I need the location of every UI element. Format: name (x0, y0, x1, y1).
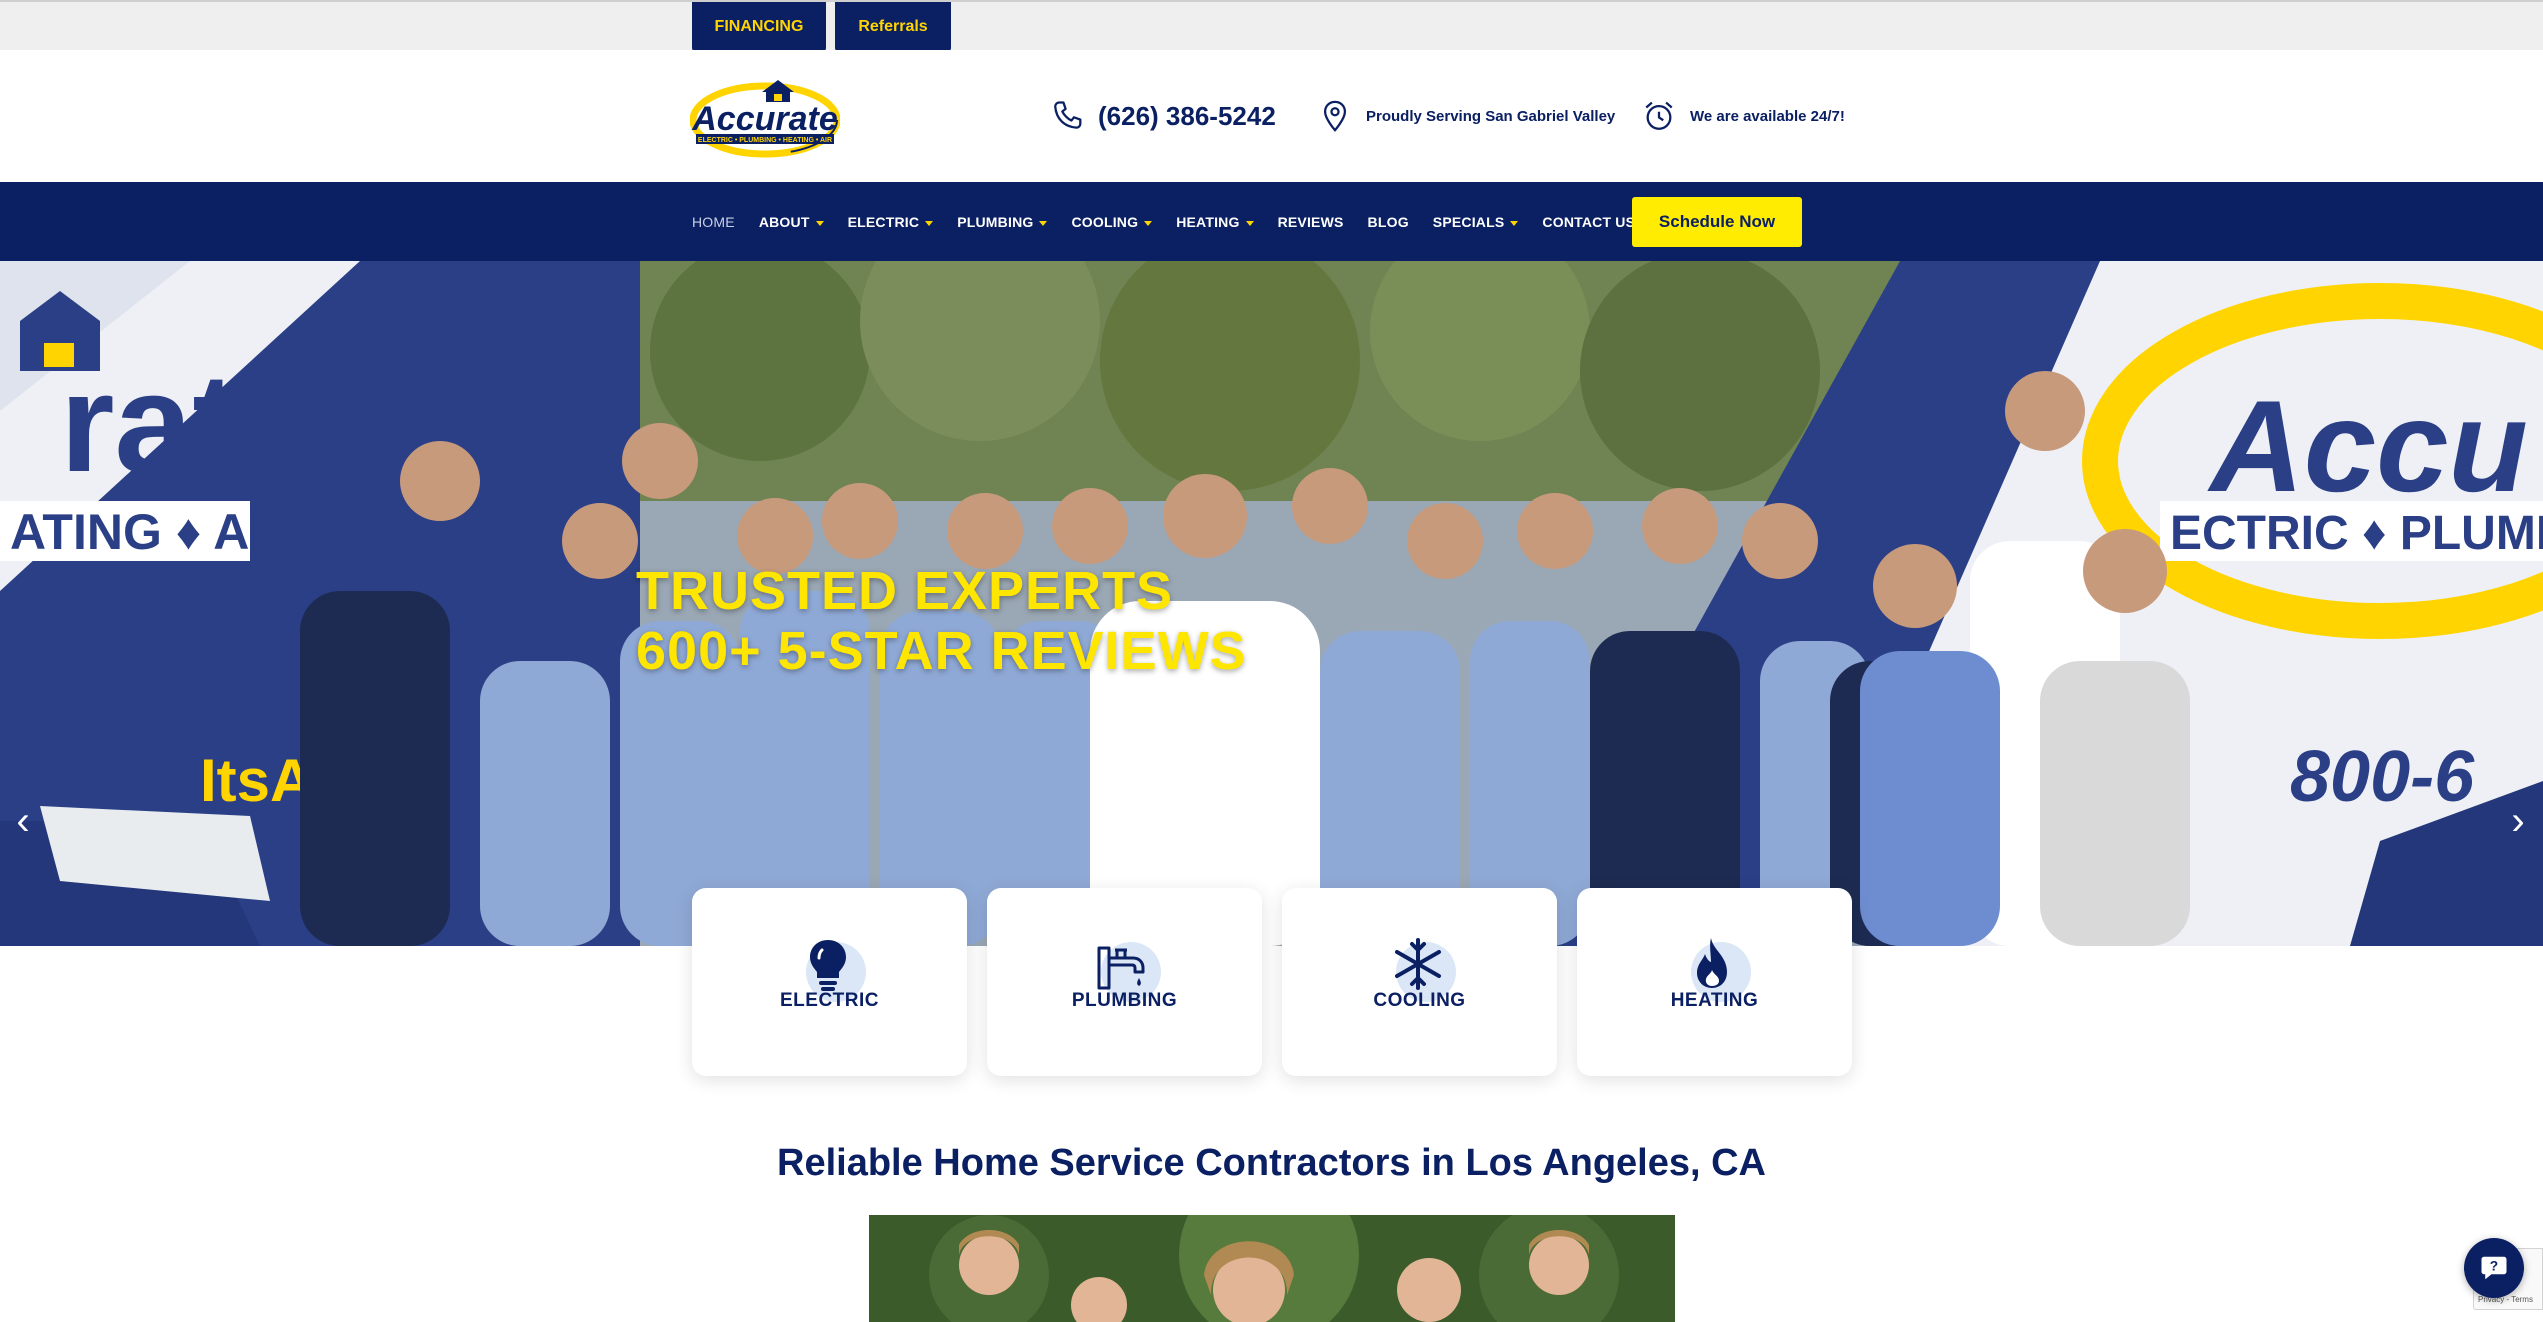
service-area-text: Proudly Serving San Gabriel Valley (1366, 107, 1616, 125)
phone-icon (1054, 101, 1082, 129)
service-label: COOLING (1373, 990, 1466, 1011)
van-tagline-right: ECTRIC ♦ PLUMBIN (2170, 507, 2543, 560)
nav-item-plumbing[interactable]: PLUMBING (957, 213, 1048, 230)
nav-item-cooling[interactable]: COOLING (1071, 213, 1153, 230)
nav-item-heating[interactable]: HEATING (1176, 213, 1254, 230)
nav-item-reviews[interactable]: REVIEWS (1278, 214, 1344, 230)
service-card-cooling[interactable]: COOLING (1282, 888, 1557, 1076)
hero-headline-line2: 600+ 5-STAR REVIEWS (636, 621, 1247, 681)
phone-contact[interactable]: (626) 386-5242 (1050, 50, 1276, 182)
service-label: ELECTRIC (780, 990, 879, 1011)
hero-headline: TRUSTED EXPERTS 600+ 5-STAR REVIEWS (636, 561, 1247, 681)
caret-down-icon (1510, 221, 1519, 226)
company-logo[interactable]: Accurate ELECTRIC • PLUMBING • HEATING •… (689, 72, 841, 158)
nav-item-home[interactable]: HOME (692, 214, 735, 230)
caret-down-icon (1245, 221, 1254, 226)
nav-item-label: PLUMBING (957, 213, 1034, 230)
service-card-heating[interactable]: HEATING (1577, 888, 1852, 1076)
section-title: Reliable Home Service Contractors in Los… (777, 1142, 1766, 1184)
hero-team-photo: rate ATING ♦ AIR ItsAc Accu ECTRIC ♦ PLU… (0, 261, 2543, 946)
nav-item-label: ABOUT (758, 213, 810, 230)
family-photo (869, 1215, 1675, 1322)
alarm-clock-icon (1645, 101, 1673, 130)
nav-item-label: REVIEWS (1277, 213, 1344, 230)
nav-item-blog[interactable]: BLOG (1368, 214, 1409, 230)
nav-item-about[interactable]: ABOUT (759, 214, 824, 230)
availability-text: We are available 24/7! (1690, 107, 1845, 125)
slider-prev-arrow[interactable]: ‹ (8, 801, 38, 841)
nav-menu: HOME ABOUT ELECTRIC PLUMBING COOLING HEATING R… (692, 182, 1659, 261)
van-phone: 800-6 (2290, 737, 2475, 817)
service-card-electric[interactable]: ELECTRIC (692, 888, 967, 1076)
hero-headline-line1: TRUSTED EXPERTS (636, 561, 1174, 621)
van-tagline-left: ATING ♦ AIR (10, 504, 299, 560)
svg-text:ELECTRIC • PLUMBING • HEATING: ELECTRIC • PLUMBING • HEATING • AIR (698, 137, 832, 144)
site-header: Accurate ELECTRIC • PLUMBING • HEATING •… (0, 50, 2543, 182)
main-nav: HOME ABOUT ELECTRIC PLUMBING COOLING HEATING R… (0, 182, 2543, 261)
svg-text:Accurate: Accurate (691, 100, 838, 138)
hero-slider: rate ATING ♦ AIR ItsAc Accu ECTRIC ♦ PLU… (0, 261, 2543, 946)
service-card-plumbing[interactable]: PLUMBING (987, 888, 1262, 1076)
service-label: HEATING (1670, 990, 1759, 1011)
caret-down-icon (1144, 221, 1153, 226)
service-label: PLUMBING (1071, 990, 1178, 1011)
nav-item-specials[interactable]: SPECIALS (1433, 214, 1519, 230)
caret-down-icon (925, 221, 934, 226)
referrals-button[interactable]: Referrals (835, 2, 951, 52)
nav-item-electric[interactable]: ELECTRIC (848, 214, 934, 230)
service-area: Proudly Serving San Gabriel Valley (1318, 50, 1615, 182)
utility-bar: FINANCING Referrals (0, 0, 2543, 52)
van-logo-left: rate (60, 344, 317, 501)
chat-button[interactable]: ? (2464, 1238, 2524, 1298)
chat-bubble-icon: ? (2481, 1256, 2507, 1280)
nav-item-label: COOLING (1071, 213, 1139, 230)
van-logo-right: Accu (2207, 373, 2528, 519)
schedule-now-button[interactable]: Schedule Now (1632, 197, 1802, 247)
caret-down-icon (1039, 221, 1048, 226)
nav-item-label: ELECTRIC (847, 213, 920, 230)
nav-item-label: BLOG (1367, 213, 1409, 230)
availability: We are available 24/7! (1642, 50, 1845, 182)
nav-item-label: SPECIALS (1432, 213, 1505, 230)
financing-button[interactable]: FINANCING (692, 2, 826, 52)
nav-item-label: CONTACT US (1542, 213, 1636, 230)
phone-number[interactable]: (626) 386-5242 (1098, 101, 1276, 132)
caret-down-icon (815, 221, 824, 226)
map-pin-icon (1323, 100, 1347, 132)
nav-item-contact-us[interactable]: CONTACT US (1542, 214, 1635, 230)
nav-item-label: HOME (692, 213, 735, 230)
nav-item-label: HEATING (1176, 213, 1240, 230)
svg-text:?: ? (2490, 1259, 2498, 1274)
slider-next-arrow[interactable]: › (2503, 801, 2533, 841)
